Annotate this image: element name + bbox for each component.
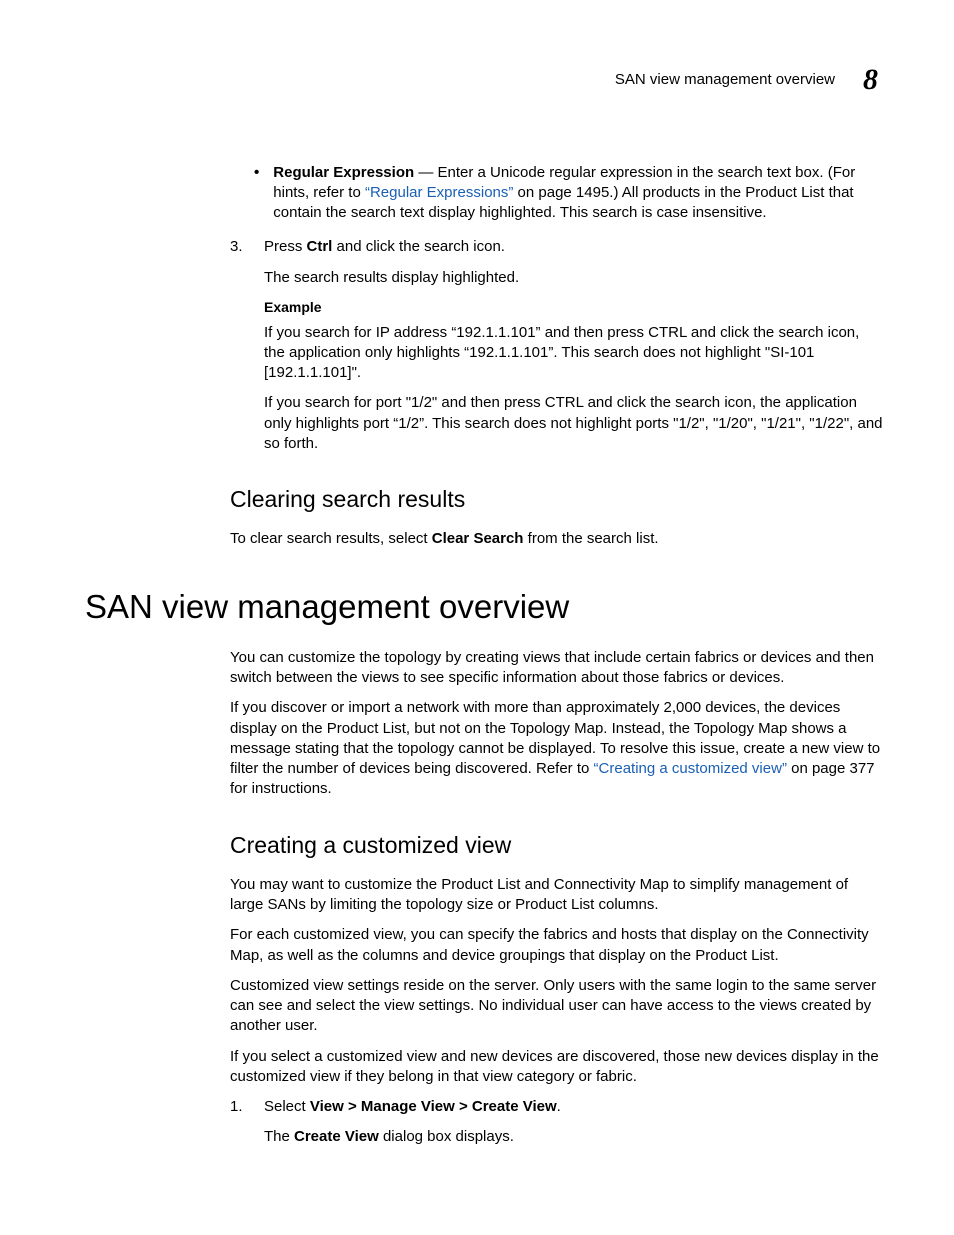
running-header-title: SAN view management overview bbox=[615, 70, 835, 90]
example-1: If you search for IP address “192.1.1.10… bbox=[264, 323, 884, 384]
creating-step-1-result: The Create View dialog box displays. bbox=[264, 1127, 884, 1147]
clear-search-label: Clear Search bbox=[432, 530, 524, 547]
step-3-details: The search results display highlighted. … bbox=[264, 268, 884, 455]
heading-san-view-management-overview: SAN view management overview bbox=[85, 585, 884, 630]
content-column: • Regular Expression — Enter a Unicode r… bbox=[230, 163, 884, 455]
heading-clearing-search-results: Clearing search results bbox=[230, 484, 884, 515]
step1-result-pre: The bbox=[264, 1128, 294, 1145]
clearing-text: To clear search results, select Clear Se… bbox=[230, 529, 884, 549]
running-header: SAN view management overview 8 bbox=[85, 60, 884, 101]
ctrl-key: Ctrl bbox=[307, 238, 333, 255]
creating-p3: Customized view settings reside on the s… bbox=[230, 976, 884, 1037]
creating-p2: For each customized view, you can specif… bbox=[230, 925, 884, 966]
step1-result-post: dialog box displays. bbox=[379, 1128, 514, 1145]
step-3: 3. Press Ctrl and click the search icon. bbox=[230, 237, 884, 257]
create-view-dialog-text: The Create View dialog box displays. bbox=[264, 1127, 884, 1147]
example-label: Example bbox=[264, 298, 884, 317]
step1-pre: Select bbox=[264, 1098, 310, 1115]
create-view-bold: Create View bbox=[294, 1128, 379, 1145]
clearing-pre: To clear search results, select bbox=[230, 530, 432, 547]
link-regular-expressions[interactable]: “Regular Expressions” bbox=[365, 184, 513, 201]
creating-step-1: 1. Select View > Manage View > Create Vi… bbox=[230, 1097, 884, 1117]
bullet-lead: Regular Expression bbox=[273, 164, 414, 181]
creating-p1: You may want to customize the Product Li… bbox=[230, 875, 884, 916]
step-number: 3. bbox=[230, 237, 250, 257]
step-text: Press Ctrl and click the search icon. bbox=[264, 237, 884, 257]
bullet-item-regex: • Regular Expression — Enter a Unicode r… bbox=[254, 163, 884, 224]
step3-result: The search results display highlighted. bbox=[264, 268, 884, 288]
step1-post: . bbox=[557, 1098, 561, 1115]
link-creating-customized-view[interactable]: “Creating a customized view” bbox=[594, 760, 787, 777]
chapter-number: 8 bbox=[863, 60, 878, 101]
step-number: 1. bbox=[230, 1097, 250, 1117]
clearing-post: from the search list. bbox=[523, 530, 658, 547]
overview-p2: If you discover or import a network with… bbox=[230, 698, 884, 799]
bullet-text: Regular Expression — Enter a Unicode reg… bbox=[273, 163, 884, 224]
menu-path: View > Manage View > Create View bbox=[310, 1098, 557, 1115]
step-text: Select View > Manage View > Create View. bbox=[264, 1097, 884, 1117]
example-2: If you search for port "1/2" and then pr… bbox=[264, 393, 884, 454]
overview-p1: You can customize the topology by creati… bbox=[230, 648, 884, 689]
step3-post: and click the search icon. bbox=[332, 238, 505, 255]
page: SAN view management overview 8 • Regular… bbox=[0, 0, 954, 1218]
step3-pre: Press bbox=[264, 238, 307, 255]
bullet-icon: • bbox=[254, 163, 259, 224]
creating-p4: If you select a customized view and new … bbox=[230, 1047, 884, 1088]
heading-creating-customized-view: Creating a customized view bbox=[230, 830, 884, 861]
